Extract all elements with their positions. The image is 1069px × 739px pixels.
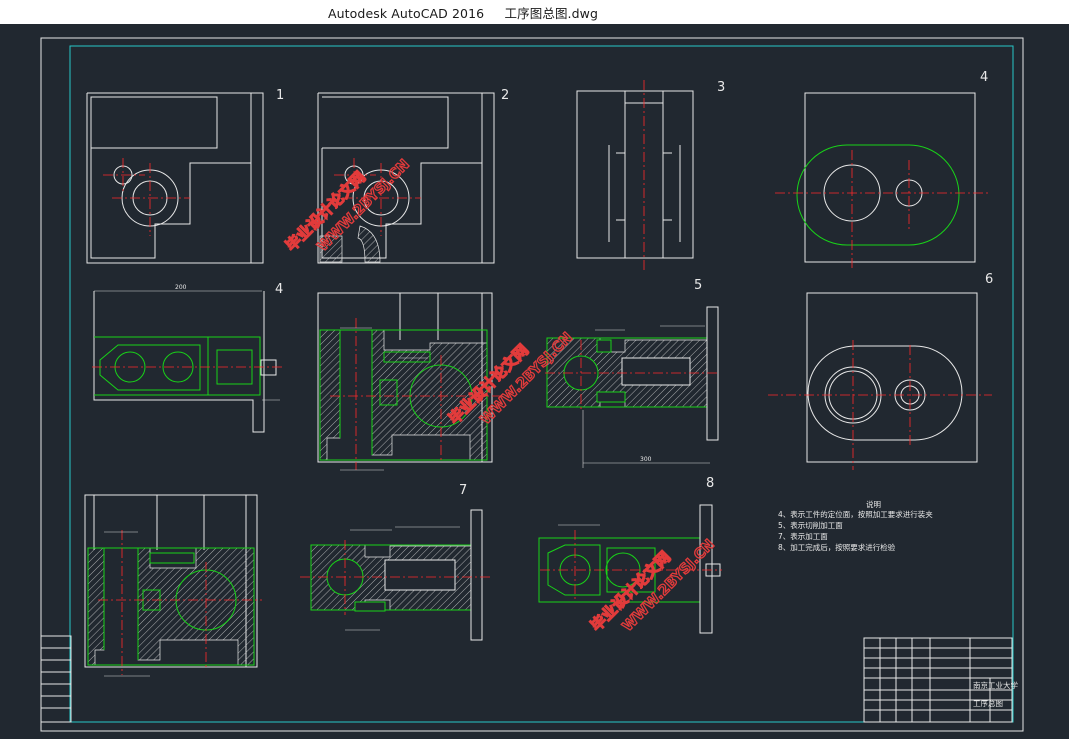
view-section-middle[interactable] (317, 292, 500, 471)
note-line-4: 8、加工完成后，按照要求进行检验 (778, 542, 896, 552)
view-section-bottom-left[interactable] (84, 494, 262, 677)
view-label-2: 2 (501, 88, 509, 103)
view-label-1: 1 (276, 88, 284, 103)
view-3[interactable]: 3 (576, 80, 725, 270)
svg-text:300: 300 (640, 456, 652, 463)
title-bar: Autodesk AutoCAD 2016 工序图总图.dwg (0, 0, 1069, 24)
view-label-6: 6 (985, 272, 993, 287)
view-1[interactable]: 1 (86, 88, 284, 264)
view-label-5: 5 (694, 278, 702, 293)
drawing-name: 工序总图 (973, 698, 1003, 708)
view-4b[interactable]: 200 4 (92, 282, 283, 433)
notes-heading: 说明 (866, 499, 881, 509)
view-6[interactable]: 6 (768, 272, 993, 470)
drawing-svg: 1 2 3 4 200 4 300 5 6 7 8 说明 4、表示工件的定位面，… (40, 37, 1024, 732)
university-name: 南京工业大学 (973, 680, 1018, 690)
title-block: 南京工业大学 工序总图 (863, 637, 1018, 723)
svg-text:200: 200 (175, 284, 187, 291)
view-label-8: 8 (706, 476, 714, 491)
window-title: Autodesk AutoCAD 2016 工序图总图.dwg (328, 6, 599, 21)
view-label-7: 7 (459, 483, 467, 498)
view-7[interactable]: 7 (300, 483, 490, 641)
view-label-3: 3 (717, 80, 725, 95)
watermark-1: 毕业设计论文网 WWW.2BYSJ.CN (281, 156, 413, 256)
revision-block (40, 635, 72, 723)
note-line-3: 7、表示加工面 (778, 531, 828, 541)
view-label-4b: 4 (275, 282, 283, 297)
technical-notes: 说明 4、表示工件的定位面，按照加工要求进行装夹 5、表示切削加工面 7、表示加… (778, 499, 933, 552)
view-2[interactable]: 2 (317, 88, 509, 264)
view-4a[interactable]: 4 (775, 70, 988, 270)
view-label-4a: 4 (980, 70, 988, 85)
drawing-canvas[interactable]: 1 2 3 4 200 4 300 5 6 7 8 说明 4、表示工件的定位面，… (0, 24, 1069, 739)
note-line-1: 4、表示工件的定位面，按照加工要求进行装夹 (778, 509, 933, 519)
view-5[interactable]: 300 5 (545, 278, 720, 468)
note-line-2: 5、表示切削加工面 (778, 520, 843, 530)
